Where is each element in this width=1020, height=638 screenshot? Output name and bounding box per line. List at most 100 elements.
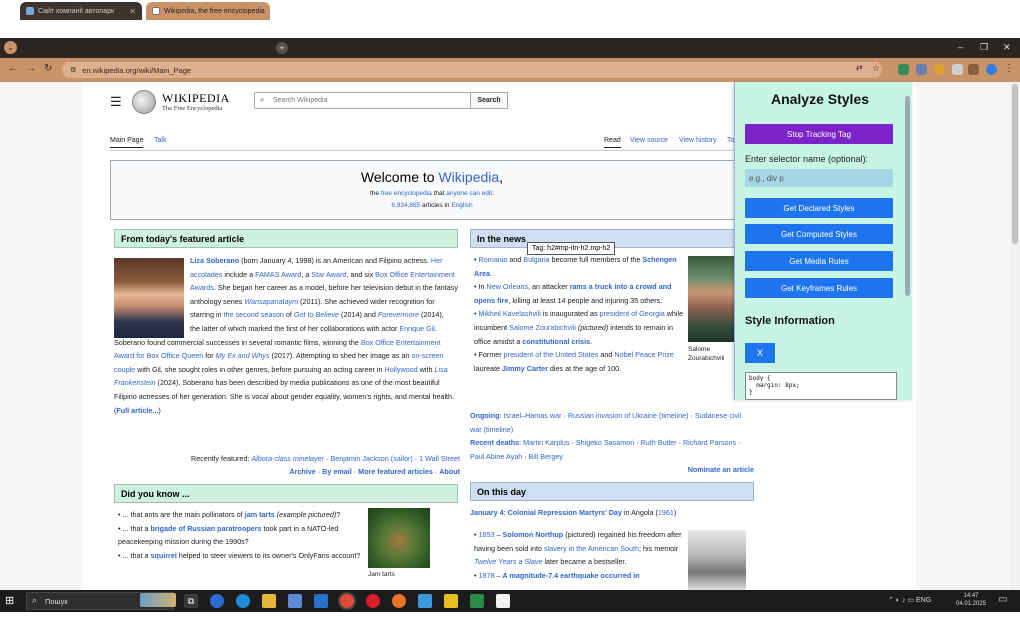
edge-icon[interactable]	[236, 594, 250, 608]
menu-kebab-icon[interactable]: ⋮	[1004, 63, 1014, 74]
wikipedia-link[interactable]: Wikipedia	[438, 169, 499, 185]
page-scrollbar-thumb[interactable]	[1012, 84, 1018, 244]
recent-deaths-link[interactable]: Recent deaths	[470, 438, 519, 447]
did-you-know-heading: Did you know ...	[114, 484, 458, 503]
extensions-puzzle-icon[interactable]	[968, 64, 979, 75]
stop-tracking-tag-button[interactable]: Stop Tracking Tag	[745, 124, 893, 144]
windows-start-icon[interactable]: ⊞	[5, 594, 14, 607]
panel-scrollbar[interactable]	[905, 96, 910, 296]
nominate-article-link[interactable]: Nominate an article	[688, 465, 754, 474]
on-this-day-date: January 4: Colonial Repression Martyrs' …	[470, 508, 677, 517]
article-count: 6,934,865 articles in English	[391, 202, 473, 209]
firefox-icon[interactable]	[392, 594, 406, 608]
welcome-banner: Welcome to Wikipedia, the free encyclope…	[110, 160, 754, 220]
on-this-day-heading: On this day	[470, 482, 754, 501]
notepad-icon[interactable]	[496, 594, 510, 608]
tab-view-source[interactable]: View source	[630, 137, 668, 144]
analyze-styles-panel: Analyze Styles Stop Tracking Tag Enter s…	[734, 82, 912, 400]
featured-archive-links: Archive · By email · More featured artic…	[289, 467, 460, 476]
wikipedia-favicon-icon	[152, 7, 160, 15]
solomon-northup-image[interactable]	[688, 530, 746, 590]
mail-icon[interactable]	[314, 594, 328, 608]
address-bar[interactable]: ⚙ en.wikipedia.org/wiki/Main_Page	[62, 62, 882, 78]
get-declared-styles-button[interactable]: Get Declared Styles	[745, 198, 893, 218]
jam-tarts-caption: Jam tarts	[368, 571, 395, 578]
featured-article-text: Liza Soberano (born January 4, 1998) is …	[190, 256, 458, 320]
by-email-link[interactable]: By email	[322, 467, 352, 476]
translate-icon[interactable]: ⇄	[856, 63, 863, 72]
salome-zourabichvili-image[interactable]	[688, 256, 734, 342]
system-tray[interactable]: ⌃ ◐ ♪ ▭ ENG	[888, 596, 931, 604]
close-info-button[interactable]: X	[745, 343, 775, 363]
profile-avatar-icon[interactable]	[986, 64, 997, 75]
chrome-icon[interactable]	[340, 594, 354, 608]
taskbar-clock[interactable]: 14:47 04.01.2025	[956, 592, 986, 608]
wikipedia-search-input[interactable]: ⌕ Search Wikipedia	[254, 92, 498, 109]
forward-icon[interactable]: →	[26, 63, 36, 74]
anyone-can-edit-link[interactable]: anyone can edit	[446, 190, 492, 197]
restore-icon[interactable]: ❐	[980, 42, 988, 53]
tab-talk[interactable]: Talk	[154, 137, 166, 144]
taskbar-search-placeholder: Пошук	[45, 596, 68, 606]
opera-icon[interactable]	[366, 594, 380, 608]
minimize-icon[interactable]: –	[958, 42, 963, 52]
chat-icon[interactable]	[210, 594, 224, 608]
store-icon[interactable]	[288, 594, 302, 608]
tab-read[interactable]: Read	[604, 137, 621, 148]
recent-featured-link[interactable]: 1 Wall Street	[419, 454, 460, 463]
tab-title: Сайт компанії автопарк	[38, 7, 115, 15]
app-icon[interactable]	[418, 594, 432, 608]
jam-tarts-image[interactable]	[368, 508, 430, 568]
close-tab-icon[interactable]: ✕	[265, 7, 270, 16]
tab-favicon-icon	[26, 7, 34, 15]
hamburger-menu-icon[interactable]: ☰	[110, 94, 122, 110]
tab-view-history[interactable]: View history	[679, 137, 717, 144]
new-tab-button[interactable]: +	[276, 42, 288, 54]
english-link[interactable]: English	[451, 202, 472, 209]
extension-icon[interactable]	[916, 64, 927, 75]
search-icon: ⌕	[260, 95, 265, 104]
get-keyframes-rules-button[interactable]: Get Keyframes Rules	[745, 278, 893, 298]
ongoing-and-deaths: Ongoing: Israel–Hamas war · Russian inva…	[470, 411, 742, 461]
browser-tab-active[interactable]: Wikipedia, the free encyclopedia ✕	[146, 2, 270, 20]
wikipedia-globe-logo[interactable]	[132, 90, 156, 114]
wikipedia-search-button[interactable]: Search	[470, 92, 508, 109]
url-text: en.wikipedia.org/wiki/Main_Page	[82, 65, 192, 75]
about-link[interactable]: About	[439, 467, 460, 476]
free-encyclopedia-link[interactable]: free encyclopedia	[381, 190, 432, 197]
reload-icon[interactable]: ↻	[44, 63, 52, 74]
recent-featured-link[interactable]: Albora-class minelayer	[251, 454, 324, 463]
extension-icon[interactable]	[934, 64, 945, 75]
tab-main-page[interactable]: Main Page	[110, 137, 144, 148]
panel-title: Analyze Styles	[770, 91, 870, 107]
style-info-output[interactable]: body { margin: 8px; }	[745, 372, 897, 400]
more-featured-link[interactable]: More featured articles	[358, 467, 433, 476]
bookmark-star-icon[interactable]: ☆	[872, 63, 880, 74]
extension-icon[interactable]	[898, 64, 909, 75]
selector-input[interactable]: e.g., div p	[745, 169, 893, 187]
wikipedia-tagline: The Free Encyclopedia	[162, 105, 223, 112]
close-tab-icon[interactable]: ✕	[125, 7, 136, 16]
site-info-icon[interactable]: ⚙	[70, 66, 76, 74]
get-computed-styles-button[interactable]: Get Computed Styles	[745, 224, 893, 244]
article-count-link[interactable]: 6,934,865	[391, 202, 420, 209]
notification-icon[interactable]: ▭	[998, 594, 1007, 605]
extension-icon[interactable]	[952, 64, 963, 75]
app-icon[interactable]	[470, 594, 484, 608]
app-icon[interactable]	[444, 594, 458, 608]
browser-tab[interactable]: Сайт компанії автопарк ✕	[20, 2, 142, 20]
ongoing-link[interactable]: Ongoing	[470, 411, 500, 420]
tab-title: Wikipedia, the free encyclopedia	[164, 7, 265, 15]
archive-link[interactable]: Archive	[289, 467, 315, 476]
task-view-icon[interactable]: ⧉	[184, 594, 198, 608]
style-information-heading: Style Information	[745, 315, 835, 327]
close-window-icon[interactable]: ✕	[1003, 42, 1011, 53]
tab-search-icon[interactable]: ⌄	[4, 41, 17, 54]
back-icon[interactable]: ←	[8, 63, 18, 74]
search-placeholder: Search Wikipedia	[273, 97, 328, 104]
wikipedia-wordmark[interactable]: WIKIPEDIA	[162, 91, 230, 106]
get-media-rules-button[interactable]: Get Media Rules	[745, 251, 893, 271]
recent-featured-link[interactable]: Benjamin Jackson (sailor)	[330, 454, 412, 463]
search-highlight-icon[interactable]	[140, 593, 176, 607]
file-explorer-icon[interactable]	[262, 594, 276, 608]
